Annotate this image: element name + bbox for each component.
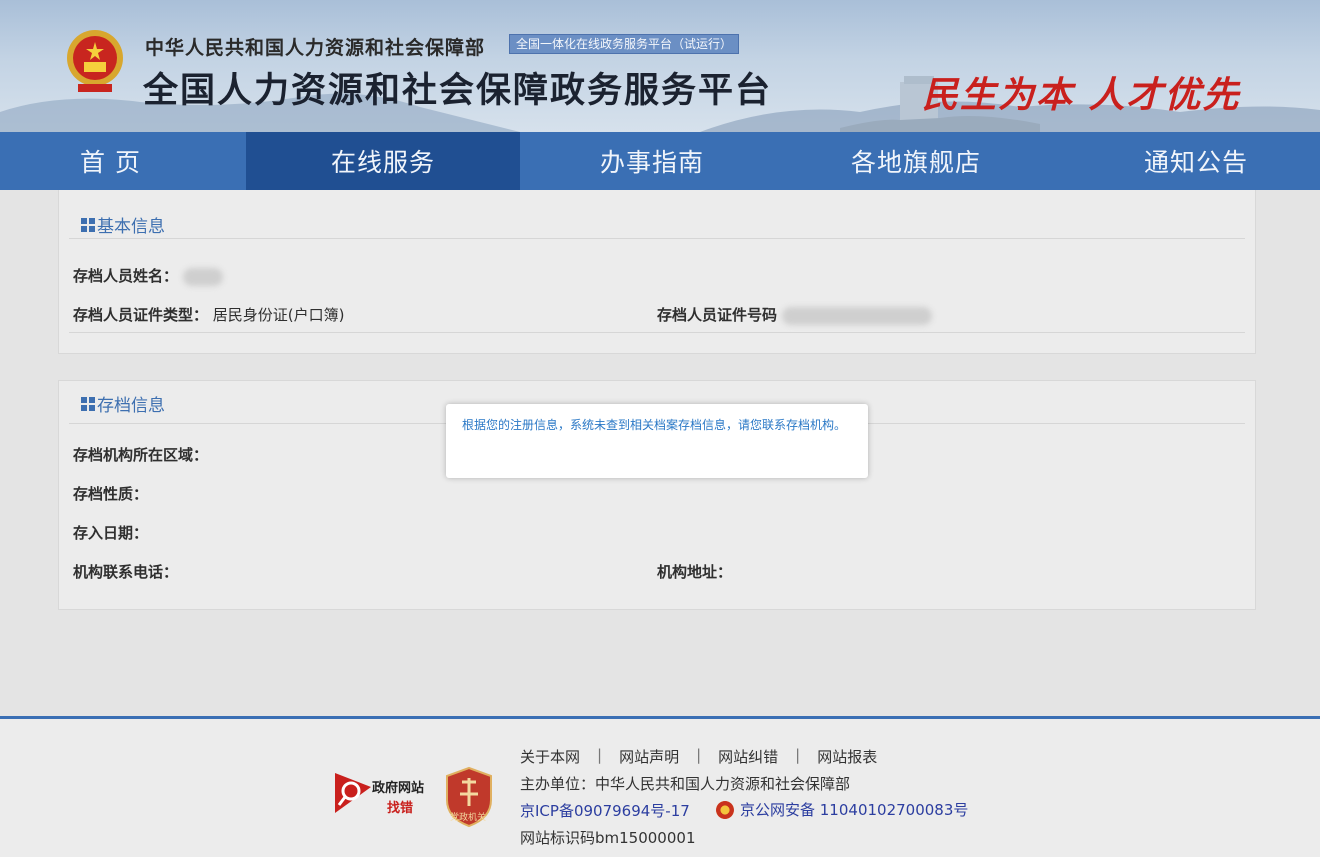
no-record-dialog: 根据您的注册信息，系统未查到相关档案存档信息，请您联系存档机构。 [446,404,868,478]
redacted-id-number [781,306,932,325]
police-record[interactable]: 京公网安备 11040102700083号 [716,799,968,820]
host-unit: 主办单位：中华人民共和国人力资源和社会保障部 [520,775,851,793]
gov-site-error-logo[interactable]: 政府网站 找错 [335,769,435,817]
nav-home[interactable]: 首 页 [0,132,246,190]
link-about[interactable]: 关于本网 [520,746,580,767]
site-footer: 政府网站 找错 党政机关 关于本网 | 网站声明 | 网站纠错 | 网站报表 主… [0,719,1320,857]
basic-info-title: 基本信息 [81,212,165,237]
site-header: 中华人民共和国人力资源和社会保障部 全国一体化在线政务服务平台（试运行） 全国人… [0,0,1320,132]
id-type-field: 存档人员证件类型： 居民身份证(户口簿) [73,306,345,324]
site-id: 网站标识码bm15000001 [520,829,696,847]
grid-icon [81,217,95,232]
grid-icon [81,396,95,411]
platform-badge: 全国一体化在线政务服务平台（试运行） [509,34,740,54]
link-statement[interactable]: 网站声明 [619,746,679,767]
nav-online-service[interactable]: 在线服务 [246,132,520,190]
nature-field: 存档性质： [73,485,149,503]
id-number-field: 存档人员证件号码 [657,304,932,325]
archive-info-title: 存档信息 [81,391,165,416]
footer-links: 关于本网 | 网站声明 | 网站纠错 | 网站报表 [520,746,877,767]
nav-local-stores[interactable]: 各地旗舰店 [784,132,1048,190]
icp-link[interactable]: 京ICP备09079694号-17 [520,800,690,821]
region-field: 存档机构所在区域： [73,446,209,464]
basic-info-panel: 基本信息 存档人员姓名： 存档人员证件类型： 居民身份证(户口簿) 存档人员证件… [58,190,1256,354]
ministry-name: 中华人民共和国人力资源和社会保障部 [145,37,486,59]
separator: | [696,746,702,764]
redacted-name [182,267,223,286]
magnifier-icon [335,773,371,813]
separator: | [597,746,603,764]
main-nav: 首 页 在线服务 办事指南 各地旗舰店 通知公告 [0,132,1320,190]
address-field: 机构地址： [657,563,733,581]
nav-guide[interactable]: 办事指南 [520,132,784,190]
police-badge-icon [716,800,734,819]
platform-title: 全国人力资源和社会保障政务服务平台 [143,71,773,111]
divider [69,238,1245,239]
link-error-report[interactable]: 网站纠错 [718,746,778,767]
divider [69,332,1245,333]
national-emblem-icon [67,30,123,92]
link-site-report[interactable]: 网站报表 [817,746,877,767]
dialog-message: 根据您的注册信息，系统未查到相关档案存档信息，请您联系存档机构。 [462,418,847,432]
phone-field: 机构联系电话： [73,563,179,581]
date-field: 存入日期： [73,524,149,542]
party-government-logo[interactable]: 党政机关 [444,766,494,828]
nav-notices[interactable]: 通知公告 [1048,132,1312,190]
name-field: 存档人员姓名： [73,265,223,286]
separator: | [795,746,801,764]
slogan: 民生为本 人才优先 [922,74,1241,116]
